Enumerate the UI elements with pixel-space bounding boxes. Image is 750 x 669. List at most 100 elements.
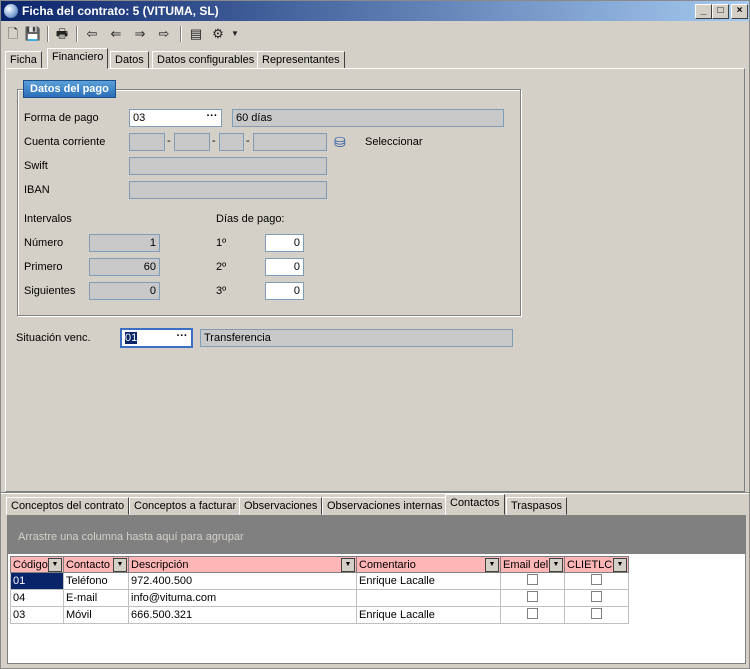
- tab-representantes[interactable]: Representantes: [257, 51, 345, 69]
- column-header-descripcion[interactable]: Descripción ▼: [128, 556, 357, 573]
- cuenta-dc-input[interactable]: [219, 133, 244, 151]
- column-header-email[interactable]: Email del ▼: [500, 556, 565, 573]
- siguientes-input[interactable]: 0: [89, 282, 160, 300]
- main-window: Ficha del contrato: 5 (VITUMA, SL) _ □ ×…: [0, 0, 750, 669]
- filter-dropdown-icon[interactable]: ▼: [341, 558, 355, 572]
- tab-observaciones[interactable]: Observaciones: [239, 497, 323, 515]
- clietlc-checkbox[interactable]: [591, 608, 602, 619]
- cell-comentario[interactable]: [356, 589, 501, 607]
- tab-datos-configurables[interactable]: Datos configurables: [152, 51, 260, 69]
- iban-input[interactable]: [129, 181, 327, 199]
- primero-input[interactable]: 60: [89, 258, 160, 276]
- column-header-contacto[interactable]: Contacto ▼: [63, 556, 129, 573]
- close-button[interactable]: ×: [731, 4, 748, 19]
- cell-descripcion[interactable]: 666.500.321: [128, 606, 357, 624]
- cuenta-oficina-input[interactable]: [174, 133, 210, 151]
- cell-codigo[interactable]: 01: [10, 572, 64, 590]
- tab-conceptos-facturar[interactable]: Conceptos a facturar: [129, 497, 242, 515]
- tab-contactos[interactable]: Contactos: [445, 494, 505, 515]
- email-checkbox[interactable]: [527, 591, 538, 602]
- tab-traspasos[interactable]: Traspasos: [506, 497, 567, 515]
- group-by-zone[interactable]: Arrastre una columna hasta aquí para agr…: [8, 516, 745, 554]
- cell-codigo[interactable]: 03: [10, 606, 64, 624]
- table-row[interactable]: 01 Teléfono 972.400.500 Enrique Lacalle: [10, 572, 629, 590]
- column-header-comentario[interactable]: Comentario ▼: [356, 556, 501, 573]
- cell-codigo[interactable]: 04: [10, 589, 64, 607]
- contacts-table: Código ▼ Contacto ▼ Descripción ▼ Comentari…: [10, 556, 629, 624]
- tab-conceptos-contrato[interactable]: Conceptos del contrato: [6, 497, 130, 515]
- tools-icon[interactable]: ⚙: [209, 25, 227, 43]
- filter-dropdown-icon[interactable]: ▼: [613, 558, 627, 572]
- toolbar-separator: [76, 26, 78, 42]
- column-label: CLIETLC: [567, 558, 613, 571]
- numero-input[interactable]: 1: [89, 234, 160, 252]
- seleccionar-link[interactable]: Seleccionar: [365, 136, 422, 148]
- filter-dropdown-icon[interactable]: ▼: [48, 558, 62, 572]
- cell-descripcion[interactable]: 972.400.500: [128, 572, 357, 590]
- situacion-label: Situación venc.: [16, 332, 91, 344]
- swift-input[interactable]: [129, 157, 327, 175]
- filter-dropdown-icon[interactable]: ▼: [113, 558, 127, 572]
- select-account-icon[interactable]: ⛁: [334, 134, 350, 150]
- clietlc-checkbox[interactable]: [591, 574, 602, 585]
- report-icon[interactable]: ▤: [187, 25, 205, 43]
- filter-dropdown-icon[interactable]: ▼: [549, 558, 563, 572]
- cell-contacto[interactable]: Móvil: [63, 606, 129, 624]
- tab-observaciones-internas[interactable]: Observaciones internas: [322, 497, 448, 515]
- header-row: Código ▼ Contacto ▼ Descripción ▼ Comentari…: [10, 556, 629, 573]
- cell-contacto[interactable]: E-mail: [63, 589, 129, 607]
- cell-comentario[interactable]: Enrique Lacalle: [356, 572, 501, 590]
- save-icon[interactable]: 💾: [24, 25, 42, 43]
- column-label: Email del: [503, 558, 549, 571]
- dia3-input[interactable]: 0: [265, 282, 304, 300]
- situacion-code-value: 01: [125, 332, 138, 344]
- email-checkbox[interactable]: [527, 574, 538, 585]
- dia2-label: 2º: [216, 261, 227, 273]
- situacion-lookup-button[interactable]: ···: [173, 330, 191, 346]
- maximize-button[interactable]: □: [712, 4, 729, 19]
- app-globe-icon: [4, 4, 18, 18]
- primero-label: Primero: [24, 261, 63, 273]
- last-record-icon[interactable]: ⇨: [155, 25, 173, 43]
- cuenta-separator: -: [212, 135, 216, 147]
- dia1-input[interactable]: 0: [265, 234, 304, 252]
- title-bar: Ficha del contrato: 5 (VITUMA, SL) _ □ ×: [1, 1, 749, 21]
- dia1-label: 1º: [216, 237, 227, 249]
- tab-ficha[interactable]: Ficha: [5, 51, 42, 69]
- tab-financiero[interactable]: Financiero: [47, 48, 109, 69]
- forma-pago-code-input[interactable]: 03 ···: [129, 109, 222, 127]
- forma-pago-lookup-button[interactable]: ···: [203, 110, 221, 126]
- print-icon[interactable]: 🖶: [53, 25, 71, 43]
- column-label: Código: [13, 558, 48, 571]
- cell-contacto[interactable]: Teléfono: [63, 572, 129, 590]
- cell-email: [500, 589, 565, 607]
- cell-clietlc: [564, 572, 629, 590]
- table-row[interactable]: 03 Móvil 666.500.321 Enrique Lacalle: [10, 606, 629, 624]
- cell-descripcion[interactable]: info@vituma.com: [128, 589, 357, 607]
- forma-pago-code-value: 03: [133, 112, 146, 124]
- toolbar-separator: [47, 26, 49, 42]
- cuenta-entidad-input[interactable]: [129, 133, 165, 151]
- payment-group-title: Datos del pago: [23, 80, 116, 98]
- next-record-icon[interactable]: ⇒: [131, 25, 149, 43]
- cuenta-numero-input[interactable]: [253, 133, 327, 151]
- situacion-code-input[interactable]: 01 ···: [120, 328, 193, 348]
- group-by-hint: Arrastre una columna hasta aquí para agr…: [18, 531, 244, 543]
- dropdown-arrow-icon[interactable]: ▼: [229, 25, 241, 43]
- minimize-button[interactable]: _: [695, 4, 712, 19]
- clietlc-checkbox[interactable]: [591, 591, 602, 602]
- filter-dropdown-icon[interactable]: ▼: [485, 558, 499, 572]
- column-header-clietlc[interactable]: CLIETLC ▼: [564, 556, 629, 573]
- column-header-codigo[interactable]: Código ▼: [10, 556, 64, 573]
- situacion-description: Transferencia: [200, 329, 513, 347]
- email-checkbox[interactable]: [527, 608, 538, 619]
- table-row[interactable]: 04 E-mail info@vituma.com: [10, 589, 629, 607]
- new-document-icon[interactable]: 🗋: [4, 25, 22, 43]
- dia2-input[interactable]: 0: [265, 258, 304, 276]
- cuenta-separator: -: [167, 135, 171, 147]
- first-record-icon[interactable]: ⇦: [83, 25, 101, 43]
- splitter[interactable]: [1, 492, 749, 494]
- cell-comentario[interactable]: Enrique Lacalle: [356, 606, 501, 624]
- tab-datos[interactable]: Datos: [110, 51, 149, 69]
- previous-record-icon[interactable]: ⇐: [107, 25, 125, 43]
